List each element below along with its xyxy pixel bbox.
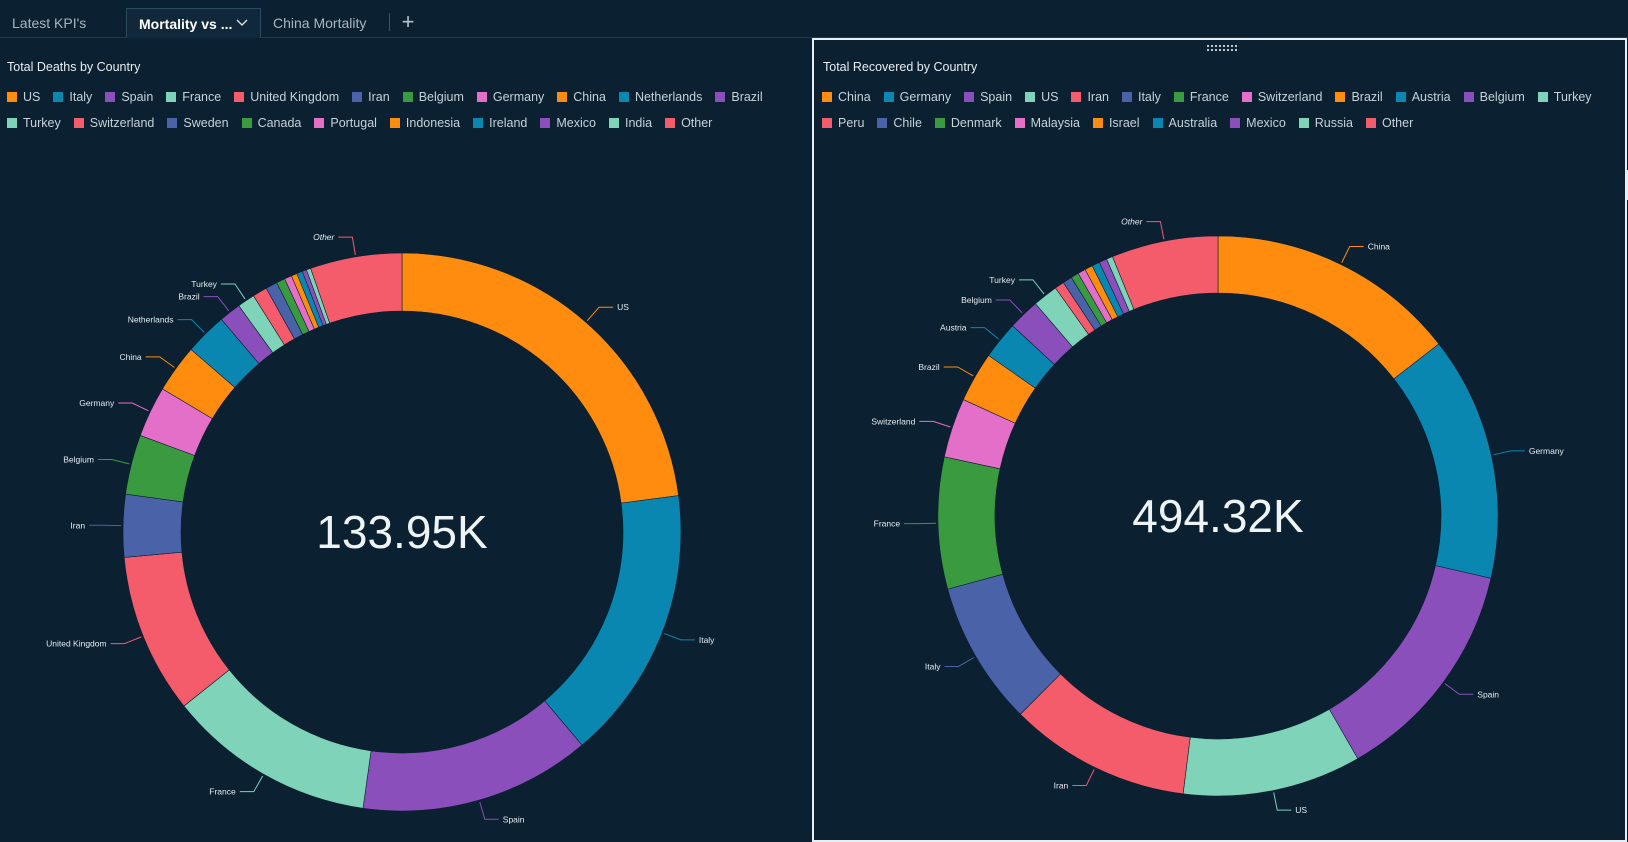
leader-line [663,632,695,641]
leader-line [239,775,264,793]
leader-line [97,459,130,465]
data-label-other: Other [1121,217,1143,227]
data-label-france: France [209,787,236,797]
data-label-spain: Spain [1477,689,1499,699]
data-label-us: US [1295,805,1307,815]
leader-line [177,319,205,333]
leader-line [919,420,951,428]
leader-line [479,801,499,820]
data-label-china: China [1368,241,1390,251]
data-label-netherlands: Netherlands [128,315,174,325]
donut-chart-deaths[interactable]: US Italy Spain France United Kingdom Iran Belg… [0,38,812,842]
data-label-belgium: Belgium [63,455,94,465]
data-label-germany: Germany [1529,446,1565,456]
slice-spain[interactable] [362,700,583,812]
data-label-brazil: Brazil [918,362,939,372]
leader-line [118,402,149,412]
donut-total-value: 133.95K [316,506,488,558]
tab-label: Latest KPI's [12,15,87,31]
data-label-italy: Italy [699,635,715,645]
leader-line [338,236,356,255]
visual-total-deaths[interactable]: Total Deaths by Country US Italy Spain Fran… [0,38,812,842]
slice-iran[interactable] [122,493,184,558]
leader-line [970,327,999,340]
add-tab-button[interactable]: + [398,9,418,35]
slice-china[interactable] [1217,235,1440,380]
tab-mortality-vs[interactable]: Mortality vs ... [126,8,261,38]
slice-iran[interactable] [1019,673,1191,795]
data-label-iran: Iran [70,520,85,530]
leader-line [1341,245,1364,263]
tab-china-mortality[interactable]: China Mortality [261,8,389,38]
tab-latest-kpis[interactable]: Latest KPI's [0,8,126,38]
data-label-iran: Iran [1054,781,1069,791]
donut-chart-recovered[interactable]: China Germany Spain US Iran Italy France Switze… [814,40,1625,840]
tab-label: Mortality vs ... [139,16,233,32]
leader-line [220,283,246,300]
data-label-other: Other [313,232,335,242]
resize-handle[interactable] [1623,170,1628,200]
leader-line [1146,221,1165,240]
leader-line [995,299,1023,314]
data-label-belgium: Belgium [961,295,992,305]
data-label-germany: Germany [79,398,115,408]
tab-divider [389,13,390,31]
leader-line [1072,769,1095,787]
donut-total-value: 494.32K [1132,490,1304,542]
tab-label: China Mortality [273,15,367,31]
leader-line [1444,683,1474,695]
leader-line [1273,792,1292,811]
leader-line [944,657,975,667]
slice-us[interactable] [401,252,679,504]
leader-line [943,366,974,377]
slice-us[interactable] [1182,708,1359,797]
data-label-austria: Austria [940,323,967,333]
data-label-turkey: Turkey [191,279,217,289]
leader-line [203,296,230,312]
visual-total-recovered[interactable]: Total Recovered by Country China Germany S… [812,38,1628,842]
data-label-turkey: Turkey [989,275,1015,285]
leader-line [586,306,614,322]
data-label-united-kingdom: United Kingdom [46,639,106,649]
slice-germany[interactable] [1393,343,1499,579]
leader-line [110,636,142,645]
data-label-italy: Italy [925,661,941,671]
data-label-switzerland: Switzerland [871,416,915,426]
sheet-tab-bar: Latest KPI's Mortality vs ... China Mort… [0,0,1628,38]
slice-spain[interactable] [1328,565,1492,760]
data-label-brazil: Brazil [178,292,199,302]
leader-line [1018,279,1045,295]
data-label-us: US [617,302,629,312]
plus-icon: + [401,9,415,34]
leader-line [1493,450,1525,456]
slice-italy[interactable] [544,495,682,746]
slice-france[interactable] [937,456,1004,590]
data-label-china: China [119,352,141,362]
data-label-spain: Spain [503,814,525,824]
leader-line [145,356,175,368]
data-label-france: France [874,519,901,529]
chevron-down-icon[interactable] [236,9,248,39]
